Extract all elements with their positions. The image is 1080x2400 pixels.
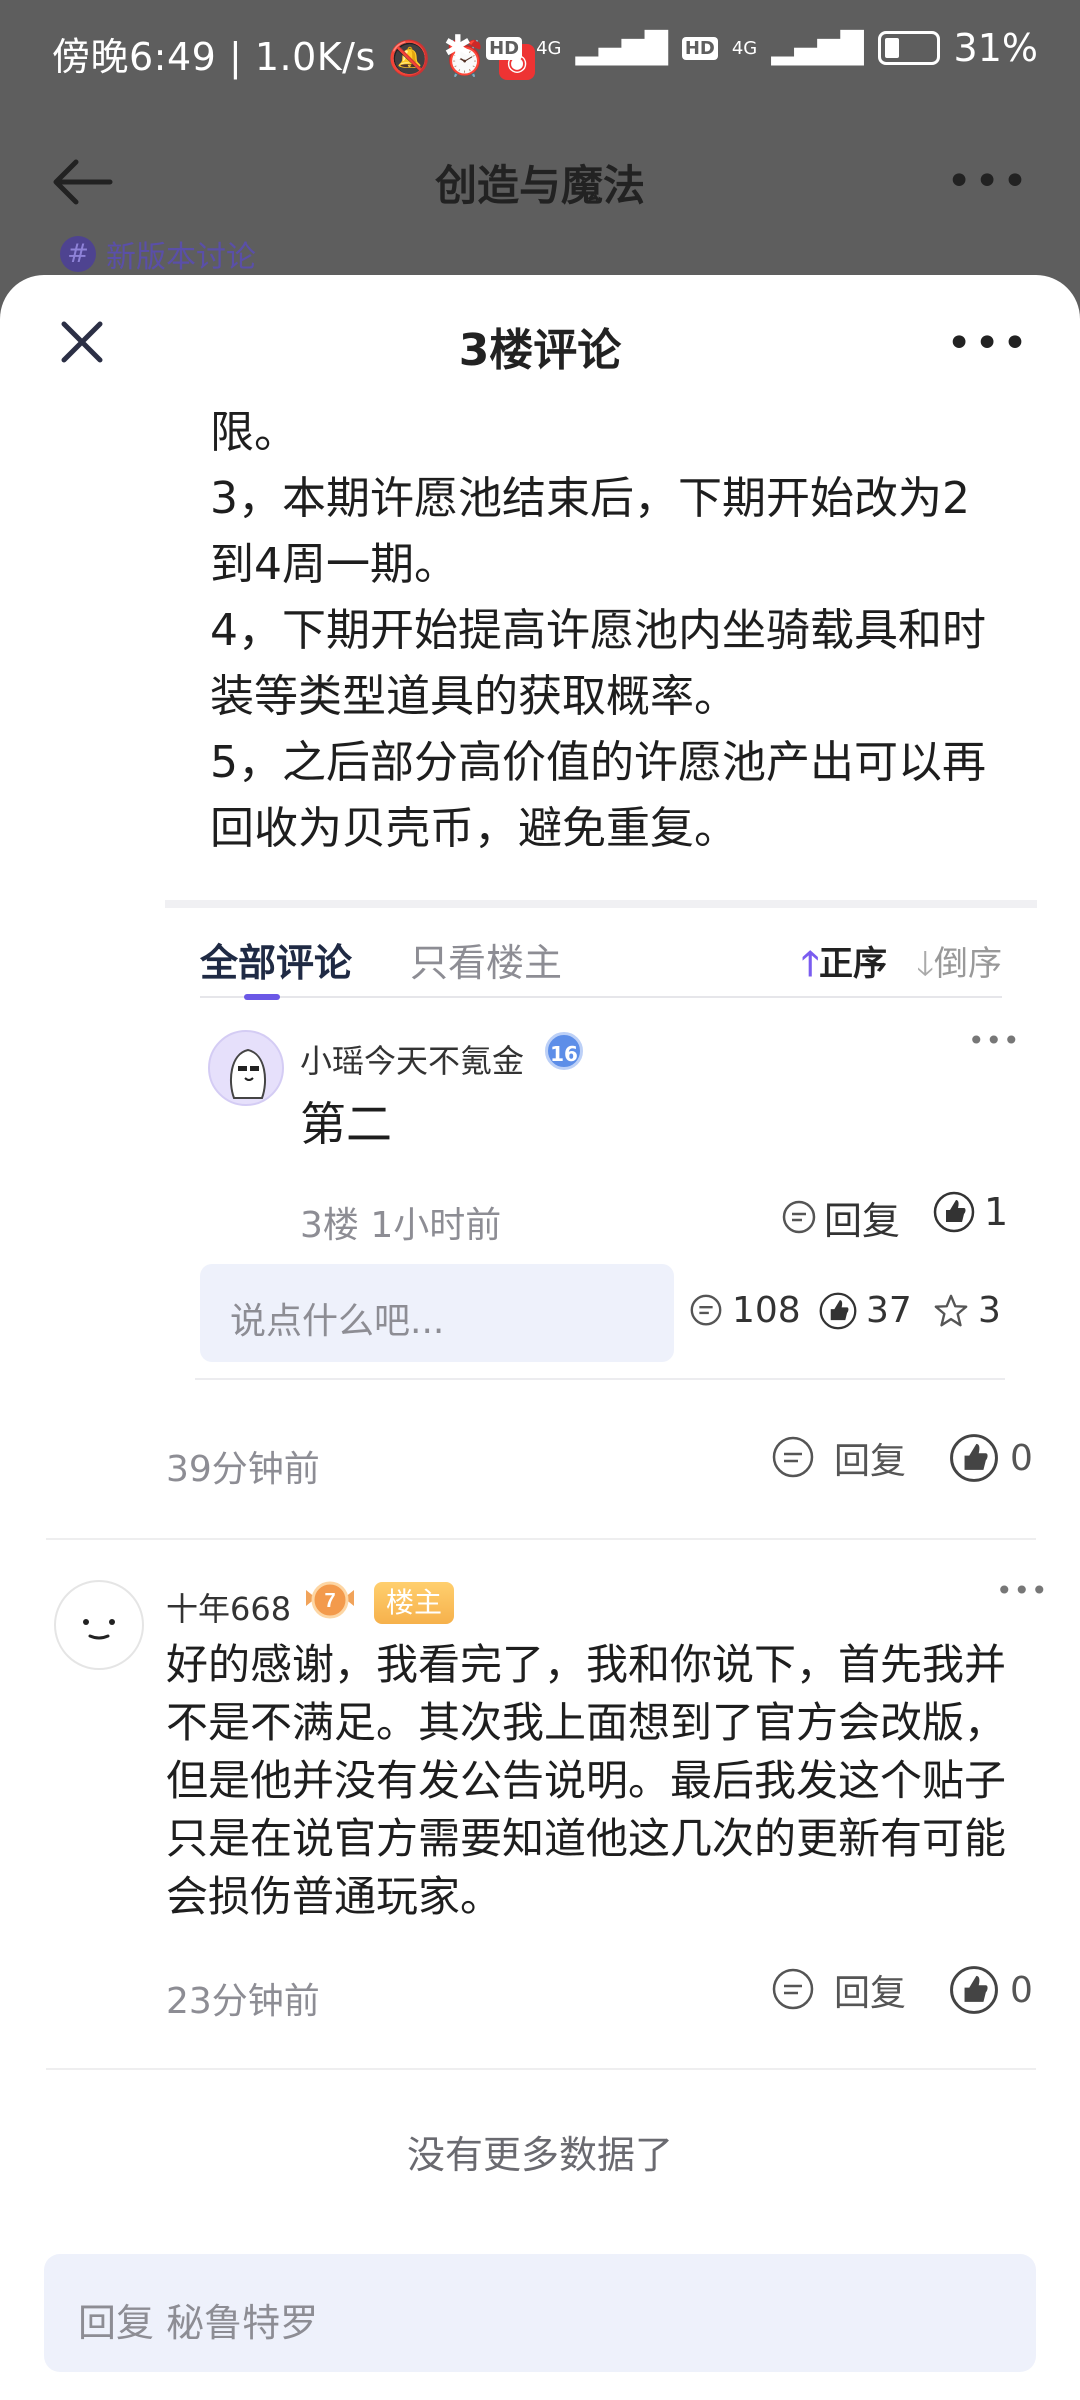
avatar[interactable] (208, 1030, 284, 1106)
comment-input[interactable]: 说点什么吧... (200, 1264, 674, 1362)
reply-button[interactable]: 回复 (770, 1964, 906, 2016)
comment-time: 1小时前 (370, 1205, 502, 1246)
like-count: 1 (984, 1190, 1009, 1234)
divider (195, 1378, 1005, 1380)
avatar[interactable] (54, 1580, 144, 1670)
tab-all-comments[interactable]: 全部评论 (200, 932, 352, 987)
more-icon[interactable]: ••• (996, 1574, 1049, 1607)
comments-count: 108 (732, 1290, 801, 1331)
arrow-up-icon: 🡑 (801, 944, 819, 984)
net-speed: 1.0K/s (254, 35, 376, 79)
like-button[interactable]: 1 (932, 1190, 1008, 1234)
comment-meta: 3楼 1小时前 (300, 1196, 501, 1248)
reply-button[interactable]: 回复 (780, 1190, 900, 1245)
likes-count: 37 (866, 1290, 912, 1331)
page-title: 创造与魔法 (434, 161, 645, 210)
tab-owner-only[interactable]: 只看楼主 (410, 932, 562, 987)
comment-content: 好的感谢，我看完了，我和你说下，首先我并不是不满足。其次我上面想到了官方会改版，… (166, 1640, 1007, 1921)
signal-icon: ▂▄▆█ (575, 30, 668, 66)
mute-bell-icon: 🔕 (388, 39, 432, 79)
like-button[interactable]: 0 (948, 1432, 1033, 1484)
comments-stat[interactable]: 108 (688, 1290, 801, 1331)
divider (46, 1538, 1036, 1540)
topic-tag[interactable]: # 新版本讨论 (60, 232, 256, 276)
comment-bubble-icon (782, 1200, 816, 1233)
thumbs-up-icon (950, 1966, 998, 2014)
status-right: ✱ HD 4G ▂▄▆█ HD 4G ▂▄▆█ 31% (444, 26, 1038, 70)
reply-label: 回复 (834, 1441, 907, 1482)
level-badge-icon: 7 (306, 1581, 354, 1619)
post-line: 4，下期开始提高许愿池内坐骑载具和时装等类型道具的获取概率。 (210, 605, 986, 722)
sort-asc-label: 正序 (819, 944, 887, 984)
username[interactable]: 十年668 (166, 1584, 291, 1630)
arrow-down-icon: 🡓 (916, 944, 934, 984)
bluetooth-icon: ✱ (443, 28, 473, 68)
tab-active-indicator (244, 994, 280, 1000)
reply-label: 回复 (824, 1199, 901, 1243)
more-icon[interactable]: ••• (946, 156, 1030, 207)
thumbs-up-icon (950, 1434, 998, 1482)
status-bar: 傍晚6:49 | 1.0K/s 🔕 ⏰ ◉ ✱ HD 4G ▂▄▆█ HD 4G… (0, 0, 1080, 104)
quoted-post-body: 限。 3，本期许愿池结束后，下期开始改为2到4周一期。 4，下期开始提高许愿池内… (210, 400, 1010, 862)
more-icon[interactable]: ••• (946, 318, 1030, 369)
signal-label: 4G (731, 37, 758, 59)
smiley-avatar-icon (83, 1619, 115, 1640)
reply-label: 回复 (834, 1973, 907, 2014)
comment-bubble-icon (772, 1436, 814, 1478)
comment-bubble-icon (690, 1294, 722, 1325)
sort-descending-button[interactable]: 🡓倒序 (916, 936, 1002, 997)
comment-time: 39分钟前 (166, 1449, 320, 1490)
hd-badge: HD (681, 36, 718, 60)
level-number: 7 (324, 1590, 335, 1612)
more-icon[interactable]: ••• (968, 1024, 1021, 1057)
level-badge: 16 (545, 1032, 583, 1070)
hd-badge: HD (486, 36, 523, 60)
owner-badge: 楼主 (374, 1582, 455, 1624)
reply-button[interactable]: 回复 (770, 1432, 906, 1484)
section-divider (165, 900, 1037, 908)
sheet-title: 3楼评论 (458, 325, 622, 376)
star-icon (934, 1294, 968, 1326)
sort-ascending-button[interactable]: 🡑正序 (801, 936, 887, 997)
likes-stat[interactable]: 37 (818, 1290, 912, 1331)
comment-tabs: 全部评论 只看楼主 🡑正序 🡓倒序 (200, 932, 1002, 1000)
comment-time: 23分钟前 (166, 1981, 320, 2022)
no-more-data: 没有更多数据了 (406, 2133, 673, 2177)
thumbs-up-icon (933, 1191, 975, 1233)
thumbs-up-icon (819, 1292, 857, 1329)
signal-icon: ▂▄▆█ (771, 30, 864, 66)
floor-number: 3楼 (300, 1205, 359, 1246)
battery-icon (877, 31, 940, 65)
signal-label: 4G (536, 37, 562, 59)
username[interactable]: 小瑶今天不氪金 (300, 1036, 524, 1082)
post-line: 3，本期许愿池结束后，下期开始改为2到4周一期。 (210, 473, 970, 590)
reply-input[interactable]: 回复 秘鲁特罗 (44, 2254, 1036, 2372)
divider (46, 2068, 1036, 2070)
status-time: 傍晚6:49 (52, 35, 217, 79)
sort-desc-label: 倒序 (934, 944, 1002, 984)
hashtag-icon: # (60, 236, 96, 272)
favorites-stat[interactable]: 3 (932, 1290, 1001, 1331)
comment-bubble-icon (772, 1968, 814, 2010)
topic-tag-label: 新版本讨论 (106, 240, 256, 275)
post-line: 限。 (210, 407, 298, 458)
like-count: 0 (1010, 1437, 1033, 1479)
comment-content: 第二 (300, 1097, 392, 1151)
post-line: 5，之后部分高价值的许愿池产出可以再回收为贝壳币，避免重复。 (210, 737, 986, 854)
like-count: 0 (1010, 1969, 1033, 2011)
battery-percent: 31% (953, 26, 1038, 70)
like-button[interactable]: 0 (948, 1964, 1033, 2016)
stars-count: 3 (978, 1290, 1001, 1331)
